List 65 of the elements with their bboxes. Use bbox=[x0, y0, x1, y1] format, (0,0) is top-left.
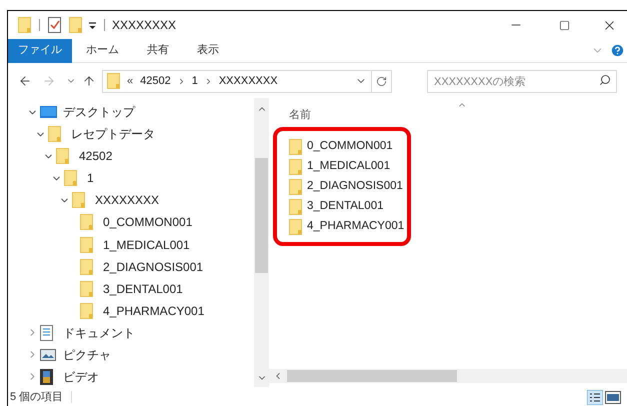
scrollbar-thumb[interactable] bbox=[287, 370, 457, 382]
folder-icon bbox=[80, 214, 93, 230]
tree-item[interactable]: ピクチャ bbox=[63, 346, 111, 364]
status-text: 5 個の項目 bbox=[10, 390, 64, 405]
scrollbar-thumb[interactable] bbox=[255, 158, 268, 273]
window-title: XXXXXXXX bbox=[112, 17, 176, 34]
folder-icon bbox=[80, 302, 93, 319]
tree-item[interactable]: 1 bbox=[87, 169, 94, 188]
breadcrumb[interactable]: 1 bbox=[192, 72, 198, 90]
folder-icon bbox=[289, 158, 302, 174]
tree-item[interactable]: 4_PHARMACY001 bbox=[103, 302, 204, 320]
film-icon bbox=[40, 368, 53, 385]
breadcrumb[interactable]: XXXXXXXX bbox=[218, 72, 278, 90]
folder-icon bbox=[289, 198, 302, 214]
folder-icon bbox=[72, 192, 85, 208]
properties-icon[interactable] bbox=[48, 17, 61, 33]
column-header[interactable]: 名前 bbox=[289, 107, 627, 124]
tree-item[interactable]: XXXXXXXX bbox=[95, 191, 160, 210]
tree-item[interactable]: デスクトップ bbox=[63, 103, 135, 122]
folder-icon bbox=[289, 178, 302, 194]
maximize-icon[interactable] bbox=[559, 20, 570, 30]
folder-icon bbox=[80, 258, 93, 275]
tree-item[interactable]: 0_COMMON001 bbox=[103, 213, 192, 232]
folder-icon bbox=[289, 138, 302, 154]
dropdown-caret-icon[interactable] bbox=[88, 20, 97, 30]
folder-icon bbox=[80, 236, 93, 252]
search-icon[interactable] bbox=[599, 74, 611, 86]
folder-icon bbox=[56, 148, 69, 164]
file-name[interactable]: 4_PHARMACY001 bbox=[307, 218, 404, 236]
refresh-icon[interactable] bbox=[376, 76, 387, 86]
tree-item[interactable]: ビデオ bbox=[63, 368, 99, 386]
picture-icon bbox=[40, 348, 56, 361]
address-field[interactable]: « 42502 1 XXXXXXXX bbox=[102, 70, 392, 92]
ribbon-tab[interactable]: ホーム bbox=[72, 38, 133, 62]
details-view-icon[interactable] bbox=[587, 390, 603, 404]
folder-icon bbox=[48, 126, 61, 142]
ribbon-tab[interactable]: 表示 bbox=[183, 38, 233, 62]
overflow-chevron[interactable]: « bbox=[127, 72, 134, 90]
folder-icon bbox=[107, 73, 120, 89]
folder-icon bbox=[18, 17, 31, 33]
horizontal-scrollbar[interactable] bbox=[269, 369, 627, 383]
tree-item[interactable]: 42502 bbox=[79, 147, 112, 166]
breadcrumb[interactable]: 42502 bbox=[140, 72, 171, 90]
folder-icon bbox=[80, 280, 93, 297]
tree-item[interactable]: レセプトデータ bbox=[71, 125, 155, 144]
tree-item[interactable]: 1_MEDICAL001 bbox=[103, 236, 190, 254]
back-arrow-icon[interactable] bbox=[18, 74, 32, 88]
tree-item[interactable]: 3_DENTAL001 bbox=[103, 280, 183, 298]
monitor-icon bbox=[40, 106, 57, 118]
file-name[interactable]: 0_COMMON001 bbox=[307, 138, 393, 156]
search-field[interactable]: XXXXXXXXの検索 bbox=[427, 70, 617, 94]
file-name[interactable]: 2_DIAGNOSIS001 bbox=[307, 178, 403, 196]
folder-icon bbox=[64, 170, 77, 186]
help-icon[interactable] bbox=[610, 43, 625, 58]
tree-item[interactable]: 2_DIAGNOSIS001 bbox=[103, 258, 204, 276]
new-folder-icon bbox=[69, 17, 82, 33]
file-name[interactable]: 1_MEDICAL001 bbox=[307, 158, 390, 176]
vertical-scrollbar[interactable] bbox=[254, 98, 269, 387]
ribbon-tab[interactable]: 共有 bbox=[133, 38, 183, 62]
file-name[interactable]: 3_DENTAL001 bbox=[307, 198, 384, 216]
folder-icon bbox=[289, 218, 302, 234]
tree-item[interactable]: ドキュメント bbox=[63, 324, 135, 342]
large-icons-view-icon[interactable] bbox=[605, 390, 621, 404]
document-icon bbox=[40, 324, 53, 341]
ribbon-tab[interactable]: ファイル bbox=[8, 38, 72, 62]
